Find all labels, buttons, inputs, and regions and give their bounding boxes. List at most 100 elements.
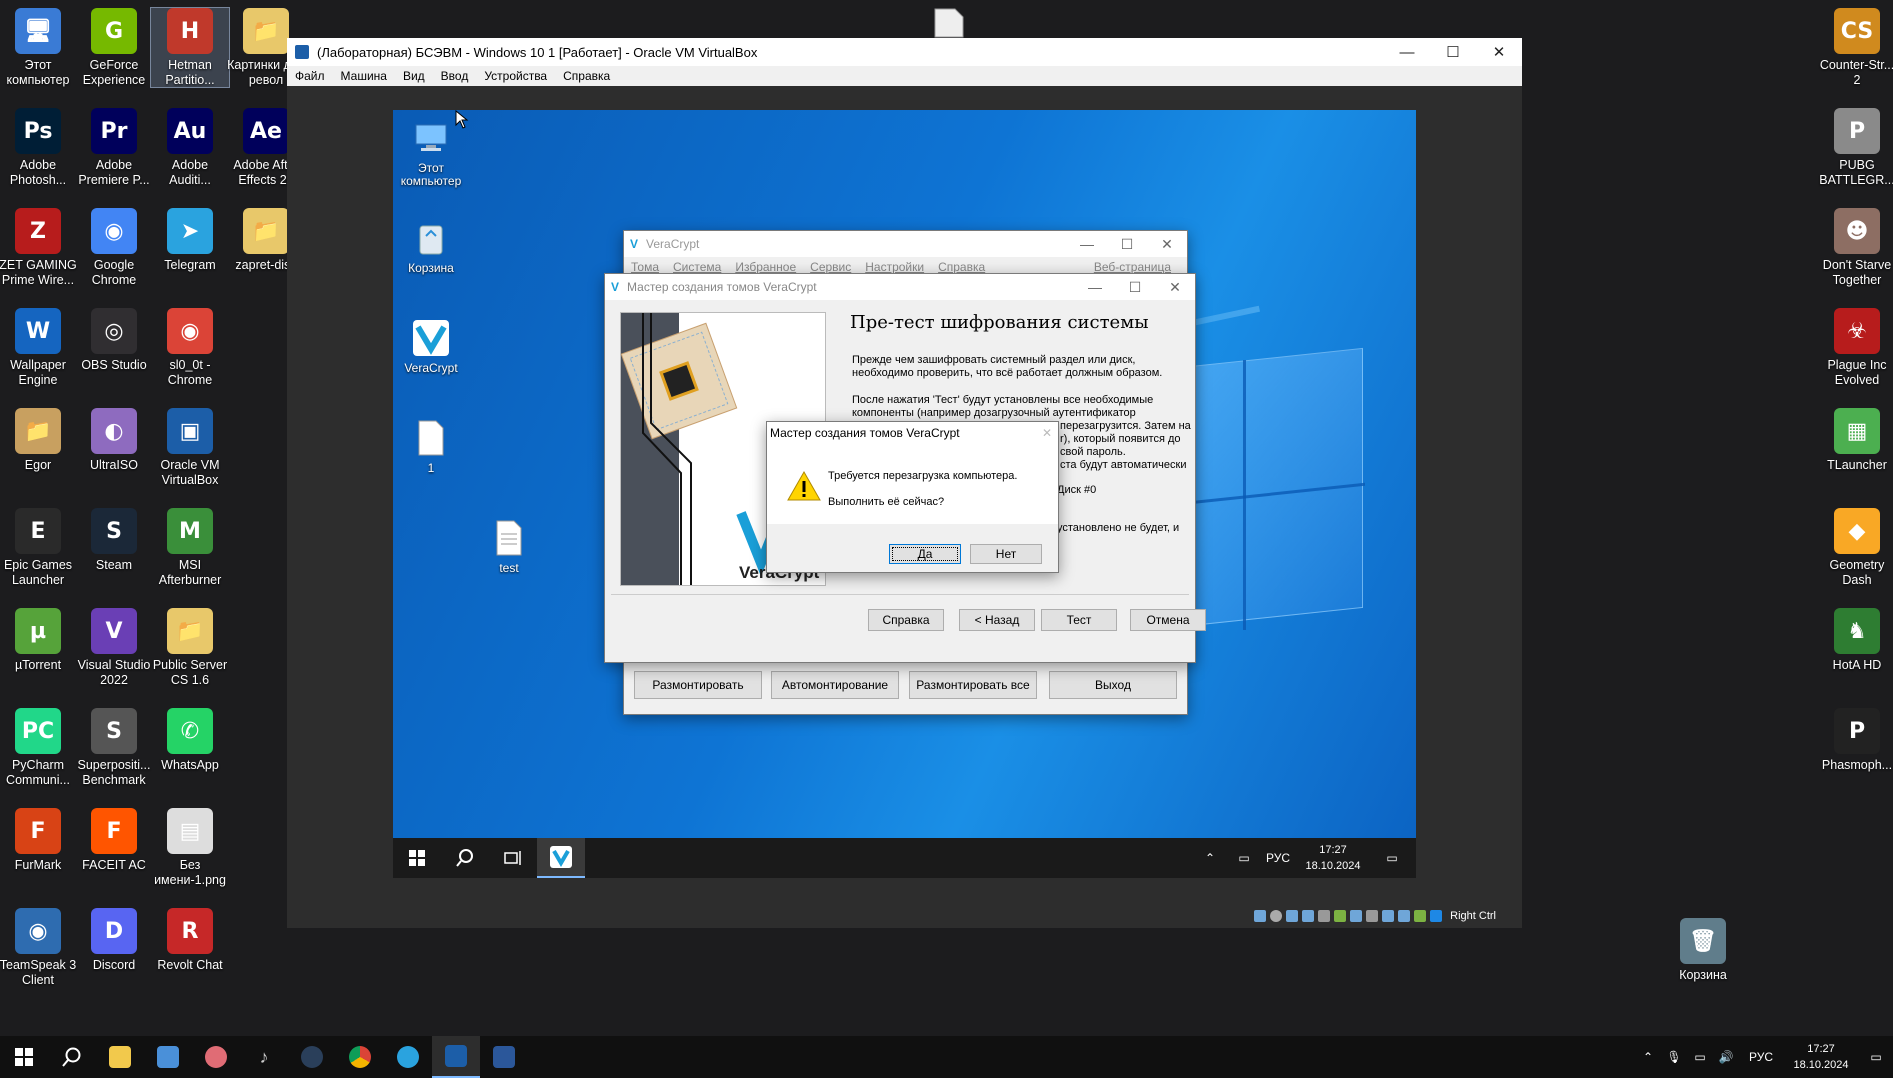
- recording-status-icon[interactable]: [1366, 910, 1379, 922]
- network-status-icon[interactable]: [1302, 910, 1315, 922]
- veracrypt-taskbar-icon[interactable]: [537, 838, 585, 878]
- desktop-icon[interactable]: ◉ TeamSpeak 3 Client: [0, 908, 77, 987]
- chevron-up-icon[interactable]: ⌃: [1635, 1050, 1661, 1064]
- minimize-button[interactable]: —: [1067, 236, 1107, 252]
- desktop-icon[interactable]: E Epic Games Launcher: [0, 508, 77, 587]
- maximize-button[interactable]: ☐: [1115, 279, 1155, 296]
- desktop-icon[interactable]: ✆ WhatsApp: [151, 708, 229, 773]
- desktop-icon[interactable]: H Hetman Partitio...: [150, 7, 230, 88]
- automount-button[interactable]: Автомонтирование: [771, 671, 899, 699]
- host-clock[interactable]: 17:27 18.10.2024: [1783, 1041, 1859, 1073]
- help-button[interactable]: Справка: [868, 609, 944, 631]
- start-icon[interactable]: [393, 850, 441, 866]
- maximize-button[interactable]: ☐: [1430, 43, 1476, 61]
- wizard-titlebar[interactable]: V Мастер создания томов VeraCrypt — ☐ ✕: [605, 274, 1195, 300]
- desktop-icon[interactable]: ▣ Oracle VM VirtualBox: [151, 408, 229, 487]
- file-icon[interactable]: [933, 8, 967, 38]
- paint-icon[interactable]: [192, 1036, 240, 1078]
- close-button[interactable]: ✕: [1147, 236, 1187, 253]
- search-icon[interactable]: [441, 849, 489, 867]
- microphone-icon[interactable]: 🎙: [1661, 1050, 1687, 1064]
- back-button[interactable]: < Назад: [959, 609, 1035, 631]
- desktop-icon[interactable]: S Steam: [75, 508, 153, 573]
- telegram-taskbar-icon[interactable]: [384, 1036, 432, 1078]
- desktop-icon[interactable]: Au Adobe Auditi...: [151, 108, 229, 187]
- guest-icon-test[interactable]: test: [473, 518, 545, 575]
- desktop-icon[interactable]: 🖥 Этот компьютер: [0, 8, 77, 87]
- menu-volumes[interactable]: Тома: [631, 260, 659, 274]
- music-icon[interactable]: ♪: [240, 1036, 288, 1078]
- usb-status-icon[interactable]: [1318, 910, 1331, 922]
- desktop-icon[interactable]: Z ZET GAMING Prime Wire...: [0, 208, 77, 287]
- desktop-icon[interactable]: PC PyCharm Communi...: [0, 708, 77, 787]
- task-view-icon[interactable]: [489, 850, 537, 866]
- start-button[interactable]: [0, 1036, 48, 1078]
- minimize-button[interactable]: —: [1075, 279, 1115, 295]
- desktop-icon[interactable]: ☣ Plague Inc Evolved: [1818, 308, 1893, 387]
- desktop-icon[interactable]: Pr Adobe Premiere P...: [75, 108, 153, 187]
- close-button[interactable]: ✕: [1155, 279, 1195, 296]
- test-button[interactable]: Тест: [1041, 609, 1117, 631]
- notifications-icon[interactable]: ▭: [1859, 1050, 1893, 1064]
- close-button[interactable]: ✕: [1476, 43, 1522, 61]
- menu-tools[interactable]: Сервис: [810, 260, 851, 274]
- desktop-icon[interactable]: R Revolt Chat: [151, 908, 229, 973]
- search-button[interactable]: [48, 1036, 96, 1078]
- volume-icon[interactable]: 🔊: [1713, 1050, 1739, 1064]
- cpu-status-icon[interactable]: [1382, 910, 1395, 922]
- menu-machine[interactable]: Машина: [341, 69, 387, 83]
- cancel-button[interactable]: Отмена: [1130, 609, 1206, 631]
- host-lang[interactable]: РУС: [1739, 1050, 1783, 1064]
- menu-devices[interactable]: Устройства: [484, 69, 547, 83]
- desktop-icon[interactable]: ◎ OBS Studio: [75, 308, 153, 373]
- virtualbox-titlebar[interactable]: (Лабораторная) БСЭВМ - Windows 10 1 [Раб…: [287, 38, 1522, 66]
- virtualbox-taskbar-icon[interactable]: [432, 1036, 480, 1078]
- desktop-icon[interactable]: 🗑 Корзина: [1664, 918, 1742, 983]
- desktop-icon[interactable]: D Discord: [75, 908, 153, 973]
- network-icon[interactable]: ▭: [1230, 851, 1258, 865]
- menu-input[interactable]: Ввод: [441, 69, 469, 83]
- desktop-icon[interactable]: ◉ Google Chrome: [75, 208, 153, 287]
- word-taskbar-icon[interactable]: [480, 1036, 528, 1078]
- notifications-icon[interactable]: ▭: [1368, 851, 1416, 865]
- dialog-titlebar[interactable]: Мастер создания томов VeraCrypt ✕: [767, 422, 1058, 444]
- dismount-all-button[interactable]: Размонтировать все: [909, 671, 1037, 699]
- desktop-icon[interactable]: Ps Adobe Photosh...: [0, 108, 77, 187]
- desktop-icon[interactable]: µ µTorrent: [0, 608, 77, 673]
- desktop-icon[interactable]: 📁 Public Server CS 1.6: [151, 608, 229, 687]
- guest-clock[interactable]: 17:27 18.10.2024: [1298, 842, 1368, 874]
- guest-lang[interactable]: РУС: [1258, 851, 1298, 865]
- guest-icon-veracrypt[interactable]: VeraCrypt: [395, 318, 467, 375]
- no-button[interactable]: Нет: [970, 544, 1042, 564]
- audio-status-icon[interactable]: [1286, 910, 1299, 922]
- keyboard-status-icon[interactable]: [1414, 910, 1427, 922]
- maximize-button[interactable]: ☐: [1107, 236, 1147, 253]
- exit-button[interactable]: Выход: [1049, 671, 1177, 699]
- display-status-icon[interactable]: [1350, 910, 1363, 922]
- menu-help[interactable]: Справка: [563, 69, 610, 83]
- arrow-down-status-icon[interactable]: [1430, 910, 1443, 922]
- chevron-up-icon[interactable]: ⌃: [1190, 851, 1230, 865]
- network-icon[interactable]: ▭: [1687, 1050, 1713, 1064]
- guest-screen[interactable]: Этот компьютер Корзина VeraCrypt 1 test …: [393, 110, 1416, 878]
- dismount-button[interactable]: Размонтировать: [634, 671, 762, 699]
- desktop-icon[interactable]: ➤ Telegram: [151, 208, 229, 273]
- menu-help[interactable]: Справка: [938, 260, 985, 274]
- desktop-icon[interactable]: 📁 Egor: [0, 408, 77, 473]
- desktop-icon[interactable]: ◐ UltraISO: [75, 408, 153, 473]
- close-icon[interactable]: ✕: [1036, 426, 1058, 440]
- menu-system[interactable]: Система: [673, 260, 721, 274]
- shared-folders-status-icon[interactable]: [1334, 910, 1347, 922]
- desktop-icon[interactable]: F FurMark: [0, 808, 77, 873]
- desktop-icon[interactable]: M MSI Afterburner: [151, 508, 229, 587]
- menu-homepage[interactable]: Веб-страница: [1094, 260, 1171, 274]
- menu-file[interactable]: Файл: [295, 69, 325, 83]
- desktop-icon[interactable]: V Visual Studio 2022: [75, 608, 153, 687]
- desktop-icon[interactable]: CS Counter-Str... 2: [1818, 8, 1893, 87]
- control-panel-icon[interactable]: [144, 1036, 192, 1078]
- desktop-icon[interactable]: P Phasmoph...: [1818, 708, 1893, 773]
- desktop-icon[interactable]: ◉ sl0_0t - Chrome: [151, 308, 229, 387]
- desktop-icon[interactable]: S Superpositi... Benchmark: [75, 708, 153, 787]
- desktop-icon[interactable]: ▦ TLauncher: [1818, 408, 1893, 473]
- desktop-icon[interactable]: ▤ Без имени-1.png: [151, 808, 229, 887]
